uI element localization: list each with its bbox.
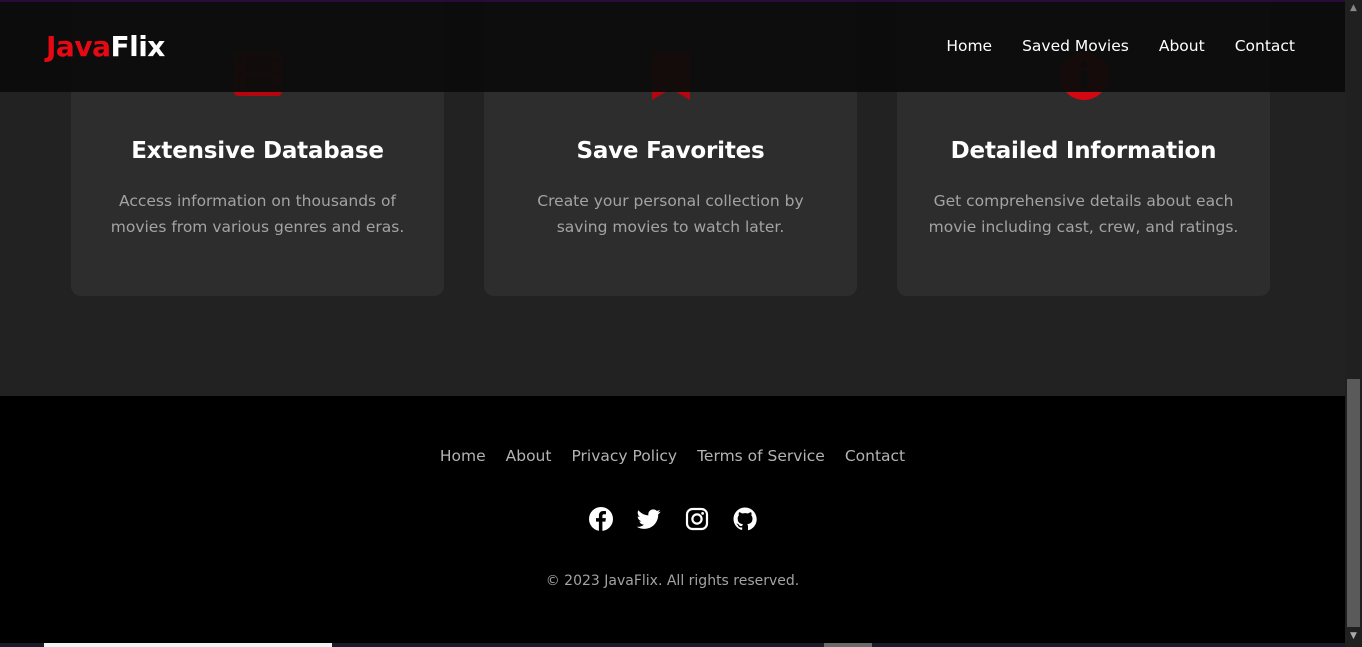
copyright-text: © 2023 JavaFlix. All rights reserved. — [545, 573, 800, 589]
social-links — [0, 507, 1345, 531]
nav-link-contact[interactable]: Contact — [1235, 37, 1295, 55]
github-icon[interactable] — [733, 507, 757, 531]
footer-link-about[interactable]: About — [506, 447, 552, 465]
taskbar-segment — [44, 643, 332, 647]
taskbar-strip — [0, 643, 1345, 647]
feature-title: Detailed Information — [950, 138, 1217, 164]
feature-title: Extensive Database — [131, 138, 384, 164]
nav-link-home[interactable]: Home — [946, 37, 992, 55]
scroll-down-arrow-icon[interactable]: ▼ — [1345, 628, 1362, 645]
feature-description: Access information on thousands of movie… — [110, 192, 405, 236]
feature-description: Get comprehensive details about each mov… — [928, 192, 1239, 236]
page-viewport: Extensive Database Access information on… — [0, 0, 1345, 643]
scroll-up-arrow-icon[interactable]: ▲ — [1345, 0, 1362, 17]
scrollbar-thumb[interactable] — [1347, 379, 1360, 627]
feature-title: Save Favorites — [576, 138, 765, 164]
nav-link-about[interactable]: About — [1159, 37, 1205, 55]
twitter-icon[interactable] — [636, 507, 661, 531]
brand-logo[interactable]: JavaFlix — [46, 30, 165, 63]
instagram-icon[interactable] — [685, 507, 709, 531]
footer-link-terms-of-service[interactable]: Terms of Service — [697, 447, 825, 465]
vertical-scrollbar[interactable]: ▲ ▼ — [1345, 0, 1362, 647]
footer-links: Home About Privacy Policy Terms of Servi… — [0, 447, 1345, 465]
footer-link-home[interactable]: Home — [440, 447, 486, 465]
facebook-icon[interactable] — [588, 507, 613, 531]
footer-link-contact[interactable]: Contact — [845, 447, 905, 465]
feature-description: Create your personal collection by savin… — [537, 192, 804, 236]
page-footer: Home About Privacy Policy Terms of Servi… — [0, 396, 1345, 643]
taskbar-segment — [824, 643, 872, 647]
brand-logo-part2: Flix — [110, 30, 165, 63]
footer-link-privacy-policy[interactable]: Privacy Policy — [571, 447, 677, 465]
nav-link-saved-movies[interactable]: Saved Movies — [1022, 37, 1129, 55]
main-nav: Home Saved Movies About Contact — [946, 37, 1295, 55]
brand-logo-part1: Java — [46, 30, 111, 63]
top-navbar: JavaFlix Home Saved Movies About Contact — [0, 0, 1345, 92]
